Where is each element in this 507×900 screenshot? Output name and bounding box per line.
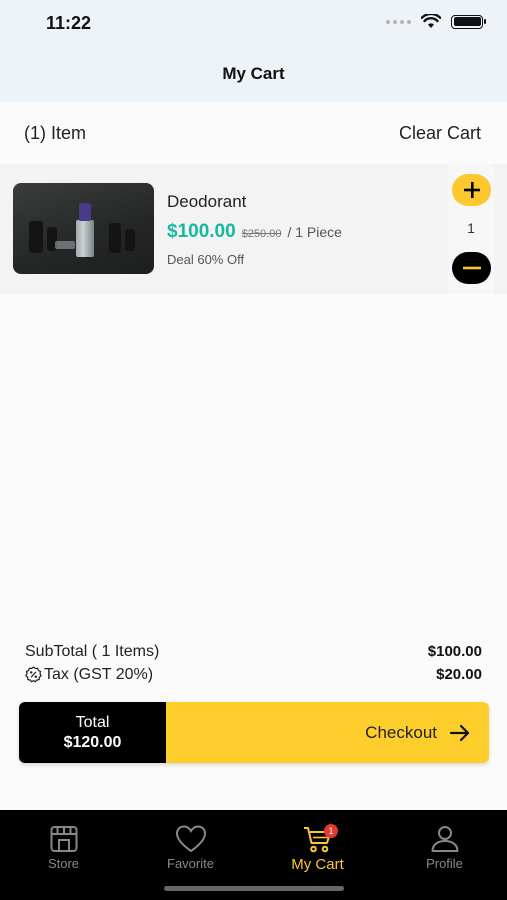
quantity-value: 1 (467, 220, 475, 236)
subtotal-row: SubTotal ( 1 Items) $100.00 (25, 640, 482, 663)
product-image (13, 183, 154, 274)
plus-icon (463, 182, 480, 198)
clear-cart-button[interactable]: Clear Cart (399, 123, 481, 144)
tab-profile[interactable]: Profile (381, 824, 507, 871)
tax-label-group: Tax (GST 20%) (25, 666, 153, 684)
tab-label: My Cart (291, 856, 344, 873)
signal-icon (386, 19, 411, 24)
price-line: $100.00 $250.00 / 1 Piece (167, 221, 342, 243)
tab-bar: Store Favorite 1 My Cart Profile (0, 810, 507, 900)
status-bar: 11:22 (0, 0, 507, 46)
tab-my-cart[interactable]: 1 My Cart (254, 824, 381, 873)
subtotal-value: $100.00 (427, 643, 482, 660)
heart-icon (175, 825, 206, 853)
tax-label: Tax (GST 20%) (44, 665, 154, 683)
minus-icon (462, 266, 481, 270)
total-value: $120.00 (63, 733, 122, 751)
page-title: My Cart (222, 64, 285, 83)
tab-store[interactable]: Store (0, 824, 127, 871)
percent-badge-icon (25, 666, 42, 683)
subtotal-label: SubTotal ( 1 Items) (25, 642, 160, 660)
nav-header: My Cart (0, 46, 507, 102)
original-price: $250.00 (241, 228, 282, 240)
price-unit: / 1 Piece (287, 224, 342, 240)
home-indicator (164, 886, 344, 891)
product-price: $100.00 (167, 221, 236, 242)
item-count: (1) Item (24, 122, 87, 143)
profile-icon (431, 826, 458, 852)
checkout-label: Checkout (365, 722, 437, 742)
tab-label: Favorite (167, 856, 214, 871)
tax-value: $20.00 (436, 666, 482, 683)
decrease-quantity-button[interactable] (452, 252, 491, 284)
increase-quantity-button[interactable] (452, 174, 491, 206)
status-icons (386, 14, 486, 29)
store-icon (50, 826, 77, 852)
cart-badge: 1 (324, 824, 338, 838)
tab-label: Profile (426, 856, 463, 871)
wifi-icon (421, 14, 441, 28)
deal-text: Deal 60% Off (167, 252, 245, 267)
arrow-right-icon (449, 724, 470, 741)
product-name: Deodorant (167, 192, 247, 211)
total-label: Total (75, 713, 110, 731)
battery-icon (451, 14, 486, 29)
checkout-bar[interactable]: Total $120.00 Checkout (19, 702, 489, 763)
order-summary: SubTotal ( 1 Items) $100.00 Tax (GST 20%… (25, 640, 482, 686)
cart-header: (1) Item Clear Cart (0, 102, 507, 164)
tab-favorite[interactable]: Favorite (127, 824, 254, 871)
status-time: 11:22 (46, 13, 92, 33)
quantity-stepper: 1 (448, 164, 494, 294)
checkout-button[interactable]: Checkout (166, 702, 489, 763)
total-box: Total $120.00 (19, 702, 166, 763)
tax-row: Tax (GST 20%) $20.00 (25, 663, 482, 686)
tab-label: Store (47, 856, 80, 871)
